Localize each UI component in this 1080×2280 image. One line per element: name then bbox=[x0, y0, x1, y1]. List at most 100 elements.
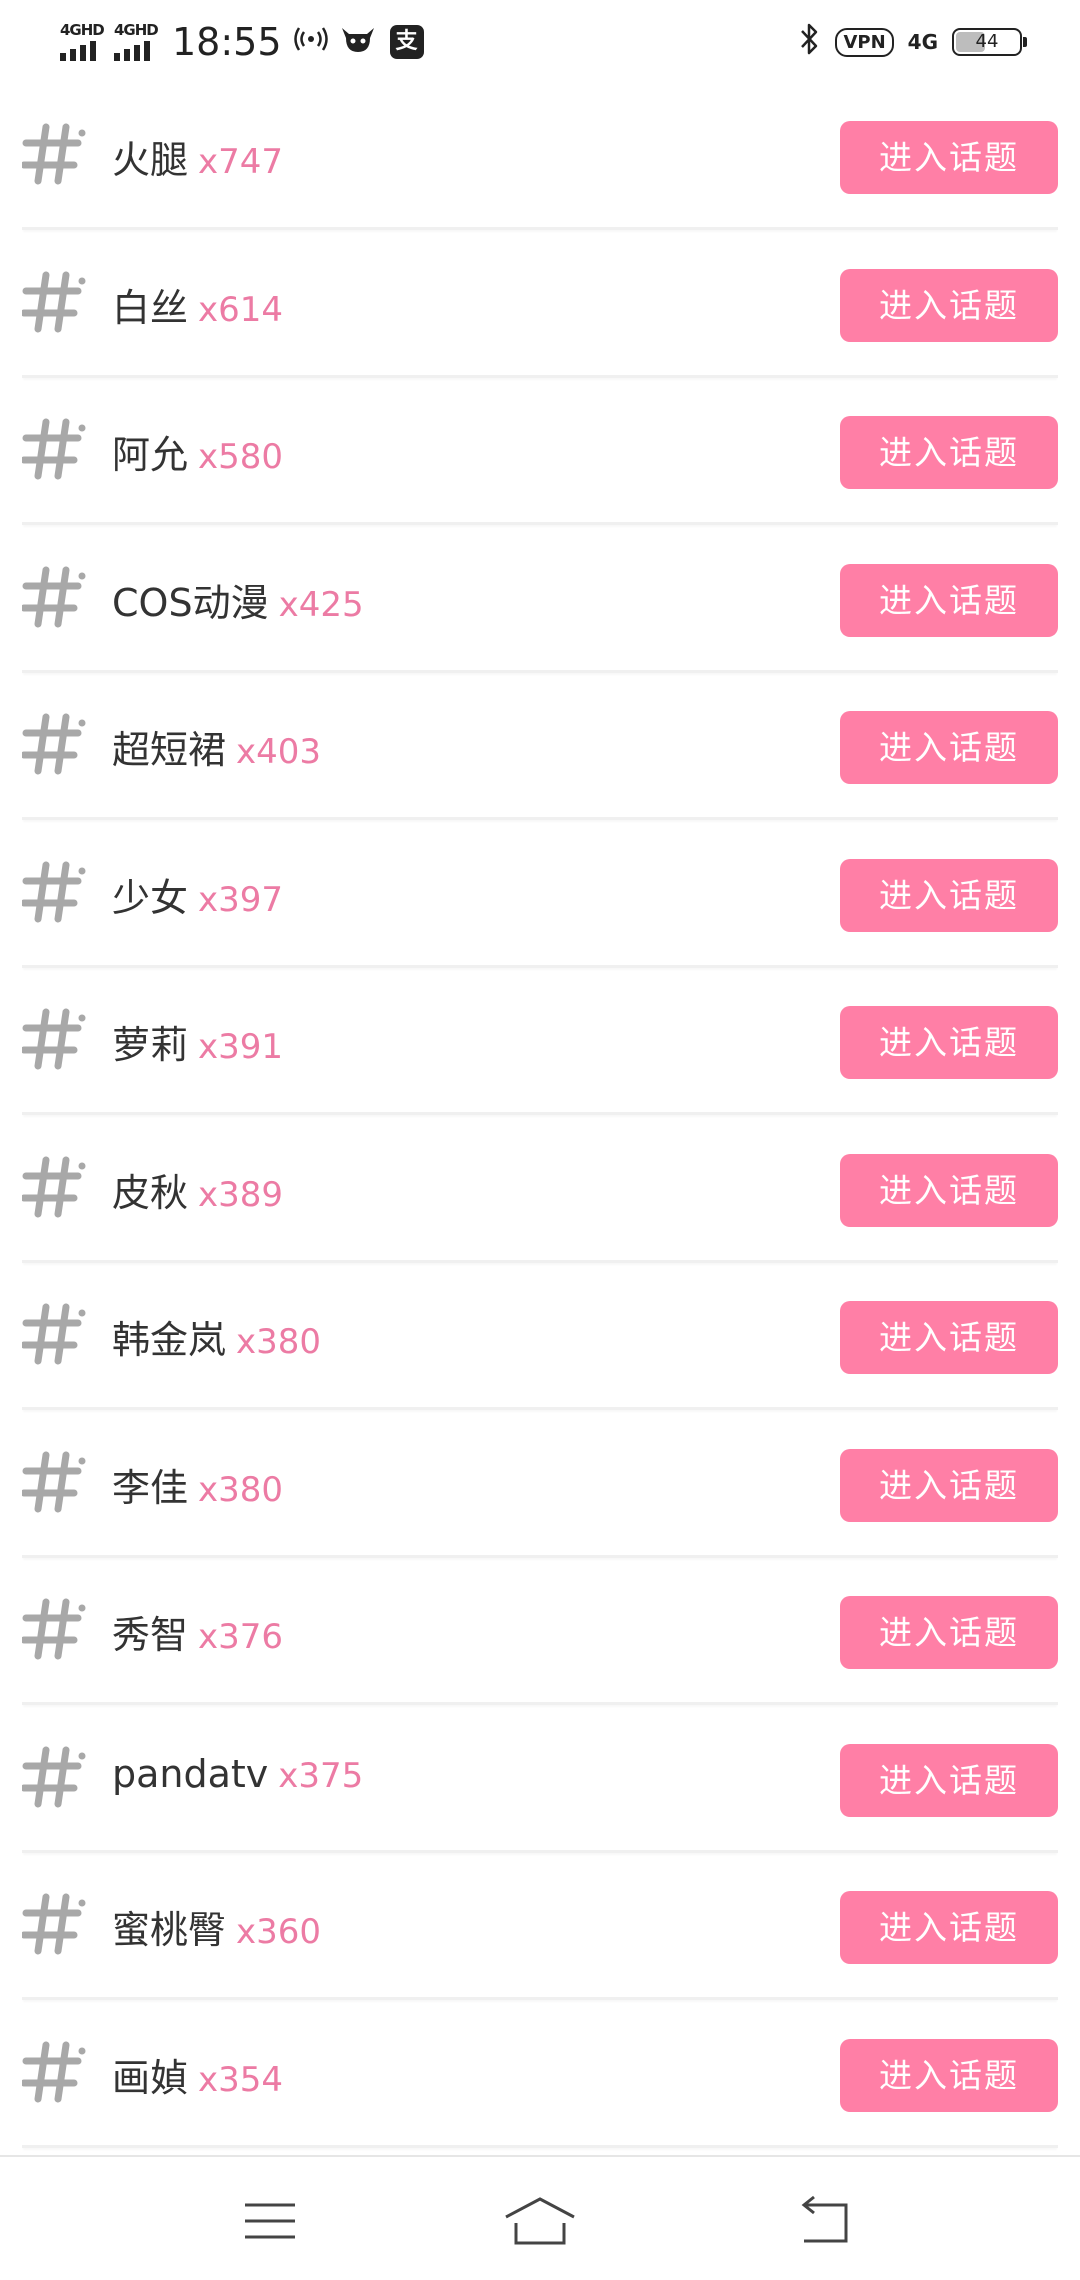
topic-name: 少女 bbox=[112, 875, 189, 920]
topic-title: COS动漫 x425 bbox=[112, 572, 364, 627]
topic-count: x376 bbox=[198, 1617, 284, 1657]
hash-icon bbox=[20, 1006, 88, 1072]
hash-icon bbox=[20, 564, 88, 630]
menu-icon[interactable] bbox=[235, 2193, 305, 2249]
topic-title: 超短裙 x403 bbox=[112, 719, 321, 774]
topic-row[interactable]: pandatv x375 进入话题 bbox=[20, 1708, 1058, 1853]
status-bar: 4GHD 4GHD 18:55 支 VPN 4G 44 bbox=[0, 0, 1080, 85]
topic-title: 白丝 x614 bbox=[112, 277, 283, 332]
vpn-icon: VPN bbox=[835, 27, 894, 57]
topic-name: 画媜 bbox=[112, 2055, 189, 2100]
clock: 18:55 bbox=[172, 20, 282, 64]
enter-topic-button[interactable]: 进入话题 bbox=[840, 1891, 1058, 1964]
battery-level: 44 bbox=[975, 31, 999, 52]
topic-count: x375 bbox=[278, 1755, 364, 1796]
topic-row[interactable]: 白丝 x614 进入话题 bbox=[20, 233, 1058, 378]
enter-topic-button[interactable]: 进入话题 bbox=[840, 1301, 1058, 1374]
alipay-icon: 支 bbox=[389, 25, 424, 59]
bull-icon bbox=[340, 24, 376, 61]
enter-topic-button[interactable]: 进入话题 bbox=[840, 563, 1058, 637]
signal-label: 4GHD bbox=[60, 21, 105, 39]
topic-row[interactable]: 李佳 x380 进入话题 bbox=[20, 1413, 1058, 1558]
topic-title: 皮秋 x389 bbox=[112, 1162, 283, 1217]
enter-topic-button[interactable]: 进入话题 bbox=[840, 1448, 1058, 1522]
topic-title: 韩金岚 x380 bbox=[112, 1309, 321, 1364]
topic-name: 韩金岚 bbox=[112, 1318, 227, 1362]
topic-count: x614 bbox=[198, 289, 284, 330]
topic-count: x380 bbox=[236, 1322, 322, 1362]
enter-topic-button[interactable]: 进入话题 bbox=[840, 121, 1058, 194]
hash-icon bbox=[20, 1744, 88, 1810]
topic-name: 李佳 bbox=[112, 1465, 189, 1510]
topic-name: 白丝 bbox=[112, 285, 189, 330]
topic-row[interactable]: COS动漫 x425 进入话题 bbox=[20, 528, 1058, 673]
hotspot-icon bbox=[293, 25, 328, 60]
topic-title: 秀智 x376 bbox=[112, 1604, 283, 1659]
enter-topic-button[interactable]: 进入话题 bbox=[840, 1596, 1058, 1669]
hash-icon bbox=[20, 1154, 88, 1220]
signal-icon: 4GHD bbox=[112, 21, 160, 63]
topic-title: 萝莉 x391 bbox=[112, 1014, 283, 1069]
topic-count: x380 bbox=[198, 1469, 284, 1510]
topic-row[interactable]: 秀智 x376 进入话题 bbox=[20, 1560, 1058, 1705]
back-icon[interactable] bbox=[790, 2193, 860, 2249]
topic-name: 火腿 bbox=[112, 138, 189, 182]
topic-row[interactable]: 韩金岚 x380 进入话题 bbox=[20, 1265, 1058, 1410]
topic-title: 火腿 x747 bbox=[112, 129, 283, 184]
hash-icon bbox=[20, 1596, 88, 1662]
enter-topic-button[interactable]: 进入话题 bbox=[840, 858, 1058, 932]
topic-count: x403 bbox=[236, 732, 322, 772]
enter-topic-button[interactable]: 进入话题 bbox=[840, 1006, 1058, 1079]
topic-title: 蜜桃臀 x360 bbox=[112, 1899, 321, 1954]
topic-row[interactable]: 火腿 x747 进入话题 bbox=[20, 85, 1058, 230]
topic-count: x389 bbox=[198, 1174, 284, 1215]
status-left: 4GHD 4GHD 18:55 支 bbox=[58, 14, 424, 70]
4g-icon: 4G bbox=[907, 30, 938, 54]
topic-name: 蜜桃臀 bbox=[112, 1908, 227, 1952]
topic-name: COS动漫 bbox=[112, 580, 269, 625]
topic-name: 萝莉 bbox=[112, 1023, 189, 1067]
topic-row[interactable]: 超短裙 x403 进入话题 bbox=[20, 675, 1058, 820]
battery-icon: 44 bbox=[952, 28, 1027, 56]
status-right: VPN 4G 44 bbox=[787, 14, 1027, 70]
topic-name: 皮秋 bbox=[112, 1170, 189, 1215]
topic-row[interactable]: 少女 x397 进入话题 bbox=[20, 823, 1058, 968]
hash-icon bbox=[20, 1301, 88, 1367]
topic-row[interactable]: 画媜 x354 进入话题 bbox=[20, 2003, 1058, 2148]
topic-row[interactable]: 萝莉 x391 进入话题 bbox=[20, 970, 1058, 1115]
topic-title: 李佳 x380 bbox=[112, 1457, 283, 1512]
system-nav-bar bbox=[0, 2155, 1080, 2280]
enter-topic-button[interactable]: 进入话题 bbox=[840, 2038, 1058, 2112]
signal-icon: 4GHD bbox=[58, 21, 106, 63]
hash-icon bbox=[20, 2039, 88, 2105]
topic-name: 超短裙 bbox=[112, 728, 227, 772]
enter-topic-button[interactable]: 进入话题 bbox=[840, 268, 1058, 342]
topic-count: x580 bbox=[198, 437, 284, 477]
bluetooth-icon bbox=[799, 22, 821, 63]
hash-icon bbox=[20, 1449, 88, 1515]
topic-count: x360 bbox=[236, 1912, 322, 1952]
topic-count: x747 bbox=[198, 142, 284, 182]
topic-name: pandatv bbox=[112, 1751, 269, 1796]
hash-icon bbox=[20, 1891, 88, 1957]
topic-title: 画媜 x354 bbox=[112, 2047, 283, 2102]
hash-icon bbox=[20, 269, 88, 335]
enter-topic-button[interactable]: 进入话题 bbox=[840, 1743, 1058, 1817]
topic-count: x397 bbox=[198, 879, 284, 920]
topic-title: 少女 x397 bbox=[112, 867, 283, 922]
topic-count: x391 bbox=[198, 1027, 284, 1067]
hash-icon bbox=[20, 859, 88, 925]
topic-row[interactable]: 蜜桃臀 x360 进入话题 bbox=[20, 1855, 1058, 2000]
topic-name: 秀智 bbox=[112, 1613, 189, 1657]
hash-icon bbox=[20, 416, 88, 482]
enter-topic-button[interactable]: 进入话题 bbox=[840, 1153, 1058, 1227]
enter-topic-button[interactable]: 进入话题 bbox=[840, 711, 1058, 784]
topic-title: 阿允 x580 bbox=[112, 424, 283, 479]
hash-icon bbox=[20, 711, 88, 777]
topic-row[interactable]: 皮秋 x389 进入话题 bbox=[20, 1118, 1058, 1263]
enter-topic-button[interactable]: 进入话题 bbox=[840, 416, 1058, 489]
home-icon[interactable] bbox=[500, 2193, 580, 2249]
topic-name: 阿允 bbox=[112, 433, 189, 477]
signal-label: 4GHD bbox=[114, 21, 159, 39]
topic-row[interactable]: 阿允 x580 进入话题 bbox=[20, 380, 1058, 525]
